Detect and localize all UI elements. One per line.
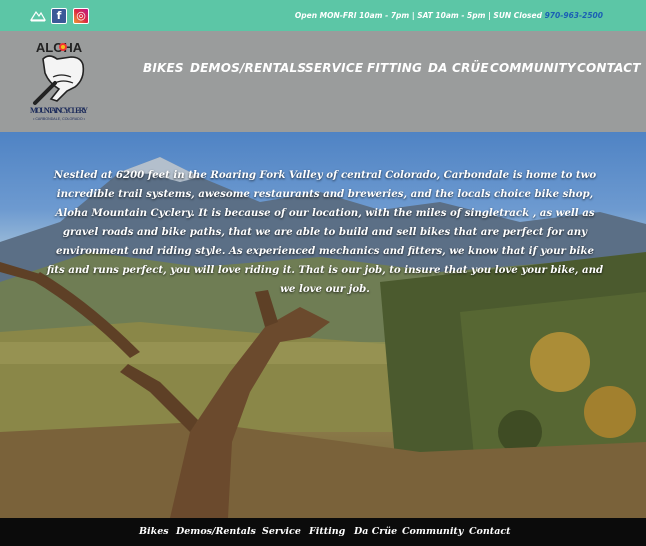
footer-nav: Bikes Demos/Rentals Service Fitting Da C… [0, 518, 646, 546]
footer-da-crue[interactable]: Da Crüe [354, 526, 397, 537]
footer-contact[interactable]: Contact [469, 526, 511, 537]
top-bar: f ◎ Open MON-FRI 10am - 7pm | SAT 10am -… [0, 0, 646, 31]
mountain-icon[interactable] [30, 7, 46, 23]
phone-link[interactable]: 970-963-2500 [545, 11, 603, 20]
nav-da-crue[interactable]: DA CRÜE [428, 61, 489, 75]
store-hours: Open MON-FRI 10am - 7pm | SAT 10am - 5pm… [295, 11, 603, 20]
footer-community[interactable]: Community [402, 526, 463, 537]
hours-text: Open MON-FRI 10am - 7pm | SAT 10am - 5pm… [294, 11, 542, 20]
footer-service[interactable]: Service [262, 526, 301, 537]
intro-paragraph: Nestled at 6200 feet in the Roaring Fork… [46, 169, 604, 295]
instagram-icon[interactable]: ◎ [73, 8, 89, 24]
footer-bikes[interactable]: Bikes [139, 526, 169, 537]
logo-brand-name: MOUNTAIN CYCLERY [30, 106, 88, 115]
hero-banner: Nestled at 6200 feet in the Roaring Fork… [0, 132, 646, 518]
aloha-mountain-cyclery-logo[interactable]: ALOHA MOUNTAIN CYCLERY • CARBONDALE, COL… [27, 39, 91, 123]
facebook-icon[interactable]: f [51, 8, 67, 24]
site-header: ALOHA MOUNTAIN CYCLERY • CARBONDALE, COL… [0, 31, 646, 132]
footer-fitting[interactable]: Fitting [309, 526, 345, 537]
main-nav: BIKES DEMOS/RENTALS SERVICE FITTING DA C… [0, 61, 646, 79]
logo-brand-location: • CARBONDALE, COLORADO • [33, 117, 86, 121]
footer-demos-rentals[interactable]: Demos/Rentals [176, 526, 256, 537]
nav-contact[interactable]: CONTACT [577, 61, 641, 75]
nav-demos-rentals[interactable]: DEMOS/RENTALS [190, 61, 306, 75]
nav-fitting[interactable]: FITTING [367, 61, 422, 75]
nav-service[interactable]: SERVICE [305, 61, 363, 75]
nav-community[interactable]: COMMUNITY [490, 61, 576, 75]
nav-bikes[interactable]: BIKES [143, 61, 184, 75]
